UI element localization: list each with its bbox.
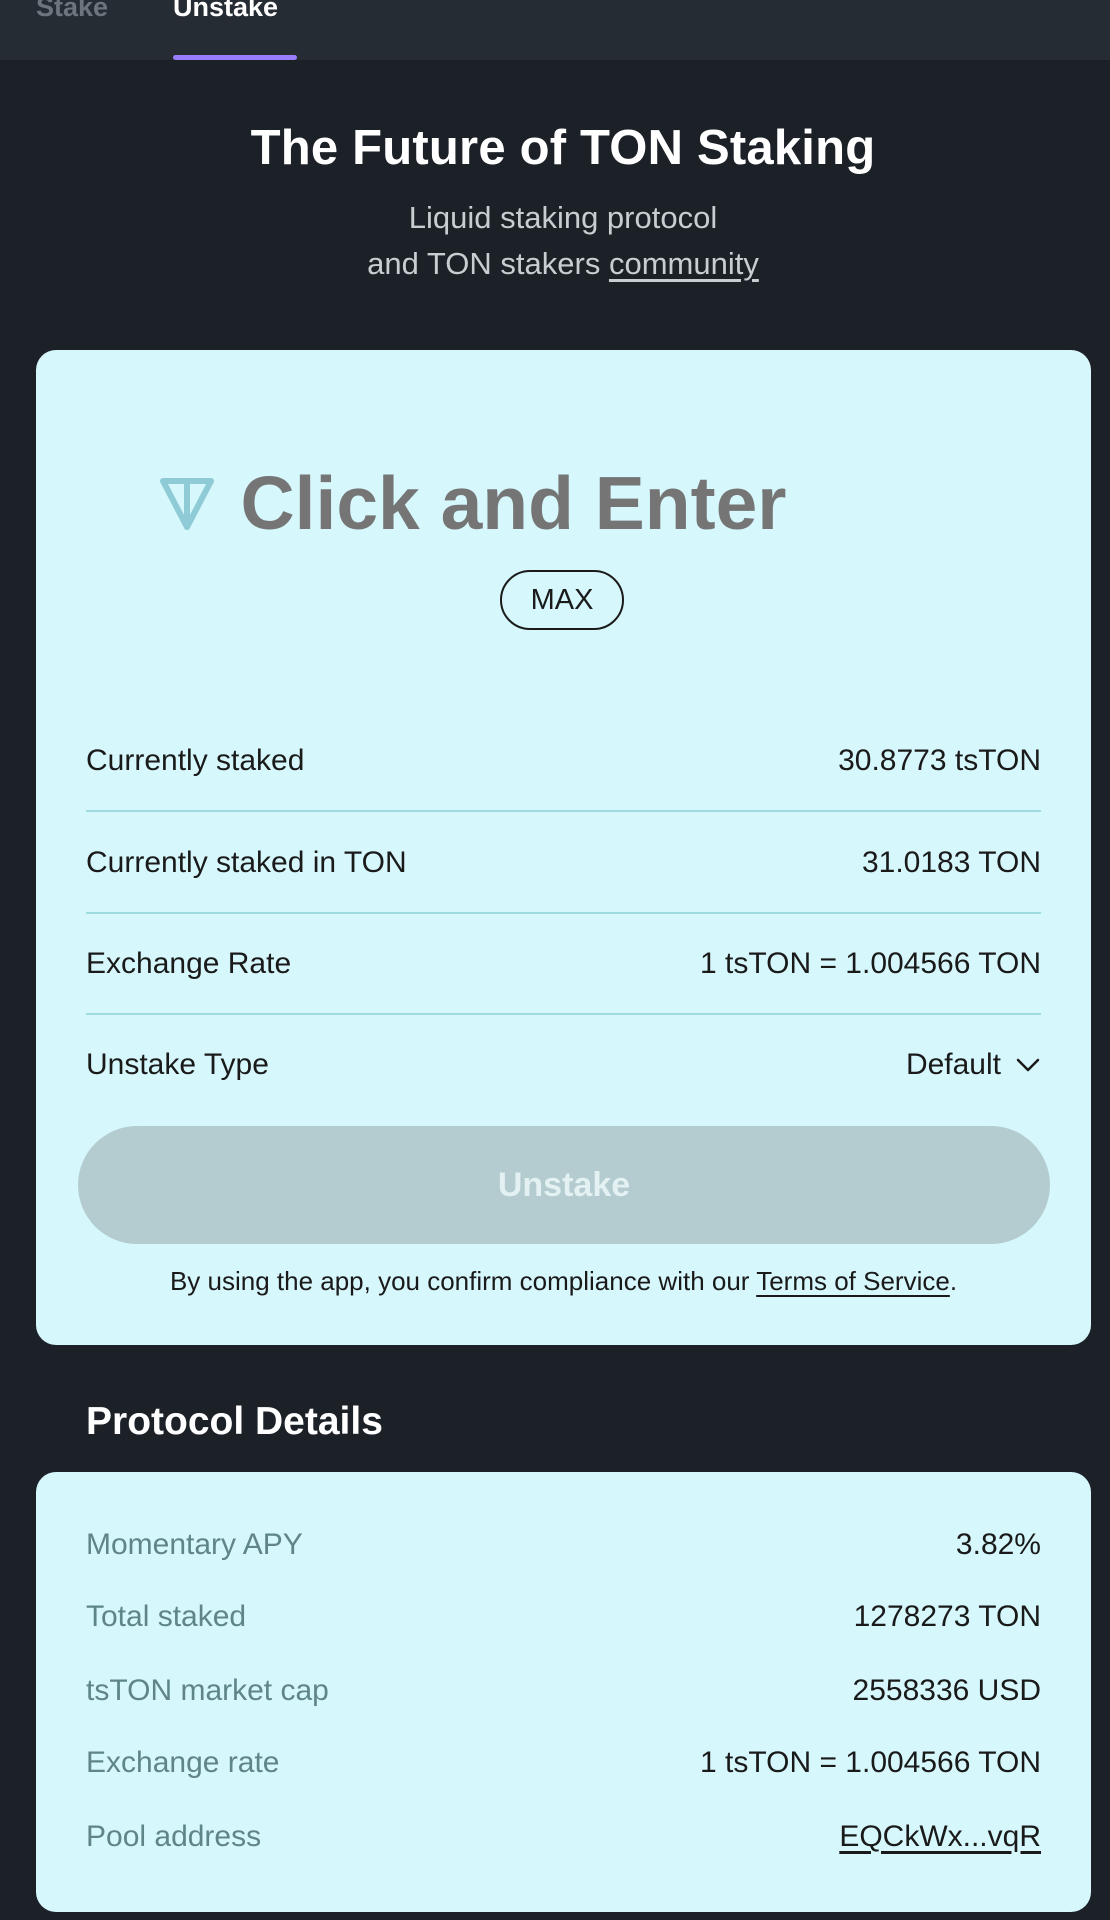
tab-bar: Stake Unstake — [0, 0, 1110, 60]
amount-input[interactable] — [240, 460, 973, 546]
divider — [86, 810, 1041, 812]
page: Stake Unstake The Future of TON Staking … — [0, 0, 1110, 1920]
row-label: Currently staked in TON — [86, 846, 407, 879]
hero-subtitle-prefix: and TON stakers — [367, 246, 609, 281]
row-label: Unstake Type — [86, 1048, 269, 1081]
divider — [86, 1013, 1041, 1015]
row-label: Currently staked — [86, 744, 305, 777]
detail-row-apy: Momentary APY 3.82% — [86, 1520, 1041, 1570]
detail-value: 1 tsTON = 1.004566 TON — [699, 1746, 1041, 1779]
info-row-exchange-rate: Exchange Rate 1 tsTON = 1.004566 TON — [86, 934, 1041, 994]
hero-subtitle-line1: Liquid staking protocol — [408, 200, 718, 235]
row-value: 1 tsTON = 1.004566 TON — [699, 947, 1041, 980]
unstake-card: MAX Currently staked 30.8773 tsTON Curre… — [36, 350, 1091, 1345]
unstake-type-value: Default — [905, 1048, 1001, 1081]
info-row-currently-staked: Currently staked 30.8773 tsTON — [86, 731, 1041, 791]
unstake-button[interactable]: Unstake — [78, 1126, 1050, 1244]
detail-row-market-cap: tsTON market cap 2558336 USD — [86, 1666, 1041, 1716]
row-label: Exchange Rate — [86, 947, 292, 980]
detail-value: 1278273 TON — [853, 1600, 1041, 1633]
terms-notice: By using the app, you confirm compliance… — [36, 1266, 1091, 1297]
info-row-unstake-type: Unstake Type Default — [86, 1035, 1041, 1095]
detail-label: Exchange rate — [86, 1746, 280, 1779]
page-title: The Future of TON Staking — [250, 121, 876, 175]
detail-label: Pool address — [86, 1820, 262, 1853]
community-link[interactable]: community — [609, 246, 759, 281]
unstake-type-dropdown[interactable]: Default — [906, 1048, 1041, 1082]
detail-label: tsTON market cap — [86, 1674, 329, 1707]
row-value: 31.0183 TON — [861, 846, 1041, 879]
active-tab-indicator — [173, 55, 297, 60]
info-row-currently-staked-ton: Currently staked in TON 31.0183 TON — [86, 833, 1041, 893]
detail-row-pool-address: Pool address EQCkWx...vqR — [86, 1812, 1041, 1862]
terms-suffix: . — [949, 1266, 958, 1296]
max-button[interactable]: MAX — [500, 570, 624, 630]
protocol-details-card: Momentary APY 3.82% Total staked 1278273… — [36, 1472, 1091, 1912]
hero-subtitle-line2: and TON stakers community — [0, 246, 1110, 282]
detail-row-exchange-rate: Exchange rate 1 tsTON = 1.004566 TON — [86, 1738, 1041, 1788]
amount-entry — [36, 458, 1091, 548]
terms-of-service-link[interactable]: Terms of Service — [756, 1266, 950, 1296]
detail-value: 2558336 USD — [852, 1674, 1041, 1707]
detail-label: Momentary APY — [86, 1528, 303, 1561]
protocol-details-title: Protocol Details — [86, 1400, 383, 1443]
tab-stake[interactable]: Stake — [36, 0, 108, 60]
terms-prefix: By using the app, you confirm compliance… — [169, 1266, 757, 1296]
tab-unstake[interactable]: Unstake — [173, 0, 278, 60]
detail-value: 3.82% — [955, 1528, 1041, 1561]
detail-label: Total staked — [86, 1600, 247, 1633]
pool-address-link[interactable]: EQCkWx...vqR — [839, 1820, 1041, 1854]
detail-row-total-staked: Total staked 1278273 TON — [86, 1592, 1041, 1642]
ton-logo-icon — [159, 478, 214, 530]
row-value: 30.8773 tsTON — [838, 744, 1041, 777]
divider — [86, 912, 1041, 914]
chevron-down-icon — [1016, 1058, 1040, 1072]
